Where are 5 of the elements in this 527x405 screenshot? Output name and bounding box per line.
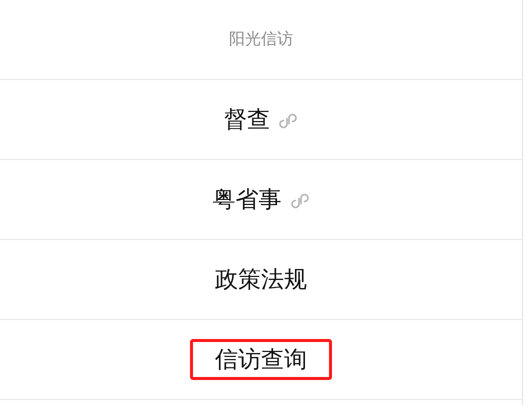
menu-item[interactable]: 信访查询 <box>190 339 332 380</box>
menu-item[interactable]: 粤省事 <box>188 179 334 220</box>
menu-title: 阳光信访 <box>229 29 293 50</box>
menu-item[interactable]: 督查 <box>199 99 323 140</box>
menu-item[interactable]: 政策法规 <box>190 259 332 300</box>
